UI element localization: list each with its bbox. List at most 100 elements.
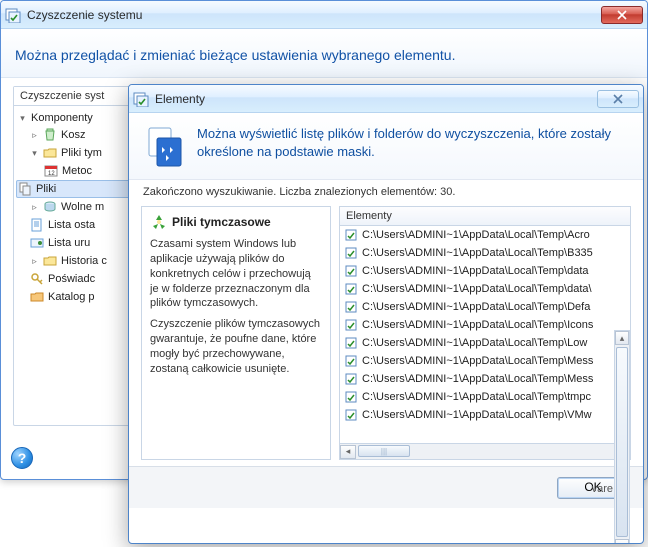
tree-item-historia[interactable]: ▹ Historia c [16, 252, 130, 270]
tree-item-label: Lista osta [48, 219, 95, 231]
list-item[interactable]: C:\Users\ADMINI~1\AppData\Local\Temp\Mes… [340, 370, 630, 388]
horizontal-scrollbar[interactable]: ◂ ||| ▸ [340, 443, 630, 459]
components-tree[interactable]: ▾ Komponenty ▹ Kosz ▾ Pliki tym 12 Metoc [14, 106, 132, 310]
folder-icon [43, 146, 57, 160]
info-para1: Czasami system Windows lub aplikacje uży… [150, 237, 322, 311]
status-count: 30 [440, 186, 452, 198]
pages-icon [143, 125, 187, 169]
calendar-icon: 12 [44, 164, 58, 178]
file-item-path: C:\Users\ADMINI~1\AppData\Local\Temp\VMw [362, 409, 592, 421]
main-title: Czyszczenie systemu [27, 8, 601, 22]
list-item[interactable]: C:\Users\ADMINI~1\AppData\Local\Temp\B33… [340, 244, 630, 262]
file-item-icon [344, 246, 358, 260]
trash-icon [43, 128, 57, 142]
file-item-path: C:\Users\ADMINI~1\AppData\Local\Temp\Low [362, 337, 587, 349]
file-item-icon [344, 282, 358, 296]
tree-item-label: Poświadc [48, 273, 95, 285]
app-icon [133, 91, 149, 107]
file-item-path: C:\Users\ADMINI~1\AppData\Local\Temp\dat… [362, 283, 592, 295]
scroll-up-icon[interactable]: ▴ [615, 331, 629, 345]
scroll-left-icon[interactable]: ◂ [340, 445, 356, 459]
file-item-icon [344, 336, 358, 350]
file-item-icon [344, 354, 358, 368]
file-item-icon [344, 318, 358, 332]
main-titlebar[interactable]: Czyszczenie systemu [1, 1, 647, 29]
file-item-icon [344, 408, 358, 422]
expand-icon[interactable]: ▹ [30, 256, 39, 267]
file-list-rows[interactable]: C:\Users\ADMINI~1\AppData\Local\Temp\Acr… [340, 226, 630, 443]
expand-icon[interactable]: ▹ [30, 202, 39, 213]
close-button[interactable] [601, 6, 643, 24]
svg-text:12: 12 [48, 171, 55, 177]
file-item-icon [344, 300, 358, 314]
list-item[interactable]: C:\Users\ADMINI~1\AppData\Local\Temp\dat… [340, 280, 630, 298]
list-item[interactable]: C:\Users\ADMINI~1\AppData\Local\Temp\Low [340, 334, 630, 352]
info-panel: Pliki tymczasowe Czasami system Windows … [141, 206, 331, 460]
main-description: Można przeglądać i zmieniać bieżące usta… [1, 29, 647, 78]
run-icon [30, 236, 44, 250]
file-item-path: C:\Users\ADMINI~1\AppData\Local\Temp\Mes… [362, 373, 593, 385]
tree-item-label: Pliki [36, 183, 56, 195]
status-prefix: Zakończono wyszukiwanie. Liczba znalezio… [143, 186, 440, 198]
tree-item-katalog[interactable]: Katalog p [16, 288, 130, 306]
tree-item-label: Kosz [61, 129, 85, 141]
list-item[interactable]: C:\Users\ADMINI~1\AppData\Local\Temp\Def… [340, 298, 630, 316]
file-item-icon [344, 390, 358, 404]
truncated-text: vare [592, 483, 613, 495]
file-item-path: C:\Users\ADMINI~1\AppData\Local\Temp\Mes… [362, 355, 593, 367]
tree-item-kosz[interactable]: ▹ Kosz [16, 126, 130, 144]
list-item[interactable]: C:\Users\ADMINI~1\AppData\Local\Temp\VMw [340, 406, 630, 424]
sub-close-button[interactable] [597, 90, 639, 108]
list-item[interactable]: C:\Users\ADMINI~1\AppData\Local\Temp\dat… [340, 262, 630, 280]
tree-item-label: Katalog p [48, 291, 94, 303]
elements-window: Elementy Można wyświetlić listę plików i… [128, 84, 644, 544]
files-icon [18, 182, 32, 196]
tree-item-poswiadc[interactable]: Poświadc [16, 270, 130, 288]
sub-titlebar[interactable]: Elementy [129, 85, 643, 113]
folder-orange-icon [30, 290, 44, 304]
disk-icon [43, 200, 57, 214]
scroll-thumb[interactable]: ||| [358, 445, 410, 457]
file-item-icon [344, 228, 358, 242]
list-item[interactable]: C:\Users\ADMINI~1\AppData\Local\Temp\Mes… [340, 352, 630, 370]
tree-root[interactable]: ▾ Komponenty [16, 110, 130, 126]
tree-item-label: Metoc [62, 165, 92, 177]
key-icon [30, 272, 44, 286]
recycle-icon [150, 213, 168, 231]
file-item-path: C:\Users\ADMINI~1\AppData\Local\Temp\tmp… [362, 391, 591, 403]
file-item-path: C:\Users\ADMINI~1\AppData\Local\Temp\B33… [362, 247, 593, 259]
tree-item-label: Historia c [61, 255, 107, 267]
tree-item-pliki-selected[interactable]: Pliki [16, 180, 130, 198]
collapse-icon[interactable]: ▾ [30, 148, 39, 159]
status-suffix: . [452, 186, 455, 198]
info-para2: Czyszczenie plików tymczasowych gwarantu… [150, 317, 322, 376]
expand-icon[interactable]: ▹ [30, 130, 39, 141]
file-list-header[interactable]: Elementy [340, 207, 630, 226]
scroll-down-icon[interactable]: ▾ [615, 539, 629, 544]
tree-item-wolne[interactable]: ▹ Wolne m [16, 198, 130, 216]
file-list[interactable]: Elementy C:\Users\ADMINI~1\AppData\Local… [339, 206, 631, 460]
sub-footer: OK [129, 466, 643, 508]
list-item[interactable]: C:\Users\ADMINI~1\AppData\Local\Temp\Ico… [340, 316, 630, 334]
tree-item-lista-uru[interactable]: Lista uru [16, 234, 130, 252]
list-item[interactable]: C:\Users\ADMINI~1\AppData\Local\Temp\Acr… [340, 226, 630, 244]
info-title: Pliki tymczasowe [172, 215, 322, 229]
vertical-scrollbar[interactable]: ▴ ▾ [614, 330, 630, 544]
tree-item-label: Lista uru [48, 237, 90, 249]
app-icon [5, 7, 21, 23]
tree-item-label: Pliki tym [61, 147, 102, 159]
tree-item-lista-osta[interactable]: Lista osta [16, 216, 130, 234]
tree-item-metoc[interactable]: 12 Metoc [16, 162, 130, 180]
file-item-icon [344, 264, 358, 278]
folder-icon [43, 254, 57, 268]
tree-item-label: Wolne m [61, 201, 104, 213]
sub-header: Można wyświetlić listę plików i folderów… [129, 113, 643, 180]
scroll-thumb-vertical[interactable] [616, 347, 628, 537]
components-panel-title: Czyszczenie syst [14, 87, 132, 106]
sub-status: Zakończono wyszukiwanie. Liczba znalezio… [129, 180, 643, 206]
tree-item-pliki-tym[interactable]: ▾ Pliki tym [16, 144, 130, 162]
collapse-icon[interactable]: ▾ [18, 113, 27, 124]
file-item-path: C:\Users\ADMINI~1\AppData\Local\Temp\Acr… [362, 229, 590, 241]
list-item[interactable]: C:\Users\ADMINI~1\AppData\Local\Temp\tmp… [340, 388, 630, 406]
help-button[interactable]: ? [11, 447, 33, 469]
